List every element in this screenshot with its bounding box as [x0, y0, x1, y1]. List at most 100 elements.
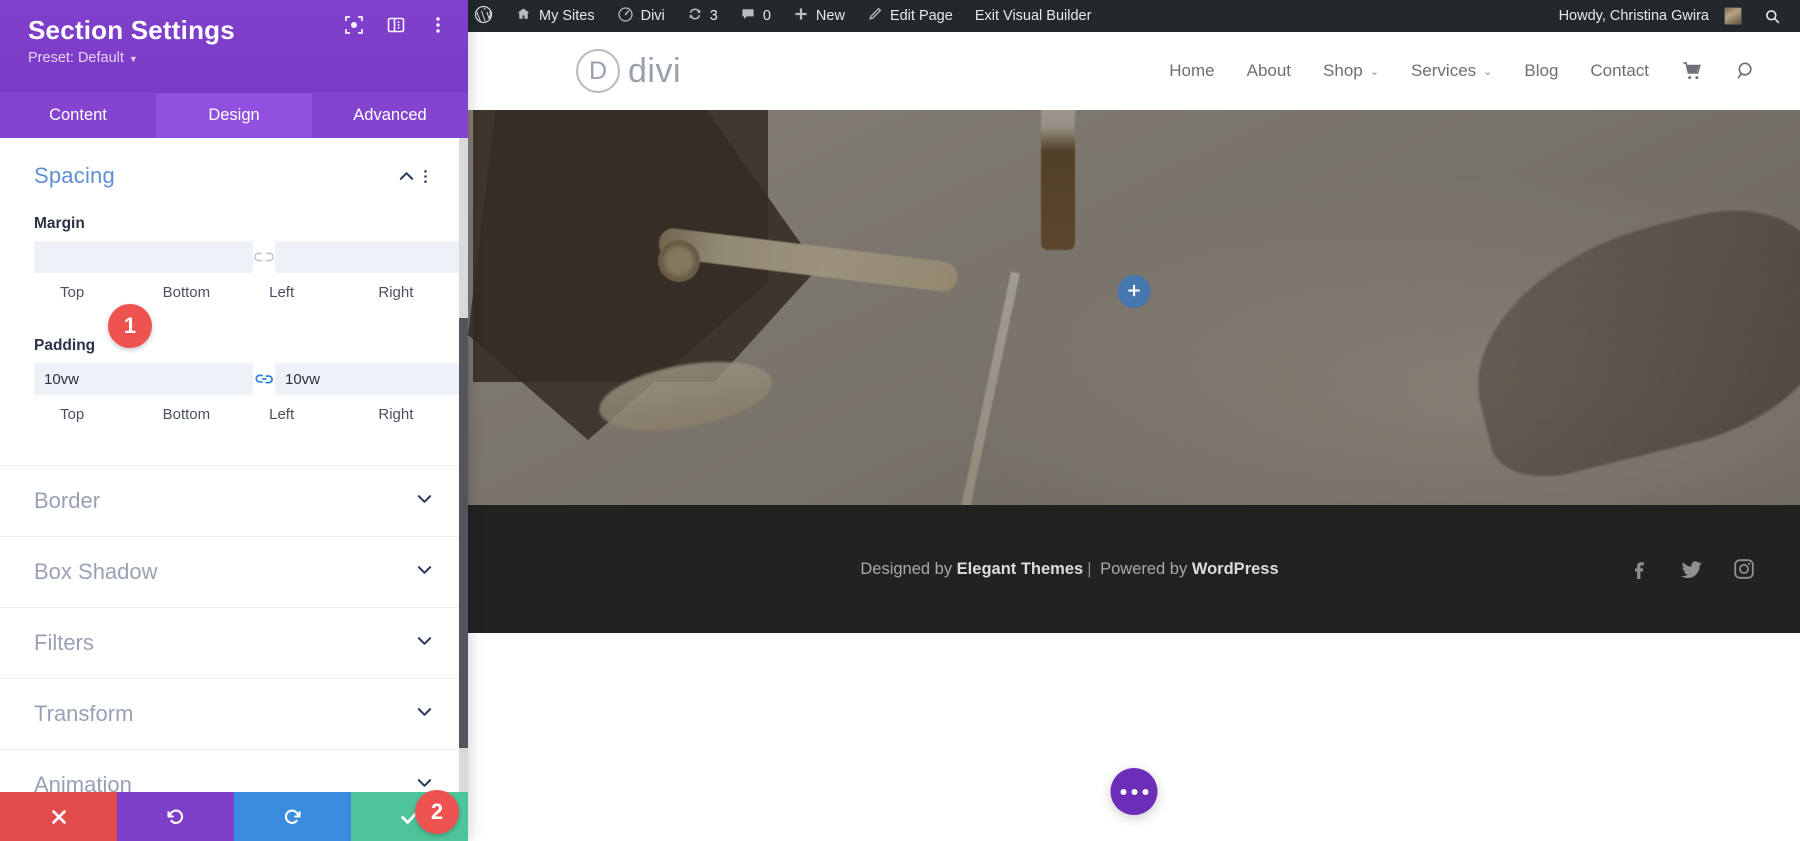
section-border-label: Border: [34, 488, 101, 513]
focus-target-icon[interactable]: [344, 15, 364, 35]
builder-menu-button[interactable]: [1110, 768, 1158, 815]
panel-body: Spacing Margin Top Bottom Left Right Pad…: [0, 138, 468, 792]
add-section-button[interactable]: [1117, 275, 1151, 308]
spacing-section-header[interactable]: Spacing: [34, 138, 434, 203]
twitter-icon[interactable]: [1679, 557, 1704, 582]
panel-action-bar: [0, 792, 468, 841]
label-right: Right: [378, 406, 414, 423]
undo-button[interactable]: [117, 792, 234, 841]
footer-credits: Designed by Elegant Themes | Powered by W…: [860, 560, 1278, 579]
footer-brand-wordpress[interactable]: WordPress: [1192, 560, 1279, 578]
tab-advanced[interactable]: Advanced: [312, 93, 468, 138]
section-animation[interactable]: Animation: [0, 749, 468, 792]
more-options-icon[interactable]: [428, 15, 448, 35]
adminbar-howdy[interactable]: Howdy, Christina Gwira: [1553, 0, 1753, 32]
adminbar-search-button[interactable]: [1753, 0, 1792, 32]
section-transform[interactable]: Transform: [0, 678, 468, 749]
label-left: Left: [269, 406, 295, 423]
adminbar-exit-visual-builder[interactable]: Exit Visual Builder: [964, 0, 1103, 32]
margin-top-input[interactable]: [34, 241, 253, 273]
updates-icon: [687, 6, 703, 26]
spacing-title: Spacing: [34, 163, 115, 188]
cart-icon[interactable]: [1681, 60, 1703, 82]
label-top: Top: [60, 284, 85, 301]
label-left: Left: [269, 284, 295, 301]
section-border[interactable]: Border: [0, 465, 468, 536]
adminbar-my-sites-label: My Sites: [539, 8, 595, 24]
footer-separator: |: [1087, 559, 1092, 578]
section-filters-label: Filters: [34, 630, 94, 655]
nav-item-shop[interactable]: Shop ⌄: [1323, 61, 1379, 81]
ellipsis-dot: [1142, 788, 1148, 795]
search-icon: [1764, 8, 1781, 25]
panel-scrollbar-track[interactable]: [459, 138, 468, 792]
label-bottom: Bottom: [162, 284, 211, 301]
tab-design[interactable]: Design: [156, 93, 312, 138]
adminbar-howdy-label: Howdy, Christina Gwira: [1558, 8, 1709, 24]
nav-item-contact[interactable]: Contact: [1590, 61, 1649, 81]
section-transform-label: Transform: [34, 701, 134, 726]
margin-link-top-bottom-icon[interactable]: [253, 250, 275, 264]
wordpress-logo-icon: [474, 5, 493, 28]
spacing-section: Spacing Margin Top Bottom Left Right Pad…: [0, 138, 468, 423]
adminbar-new[interactable]: New: [782, 0, 856, 32]
nav-label: Shop: [1323, 61, 1363, 80]
margin-bottom-input[interactable]: [275, 241, 468, 273]
panel-header-actions: [344, 15, 448, 35]
wp-admin-bar: My Sites Divi 3 0 New Edit Page Exit Vis…: [408, 0, 1800, 32]
logo-wordmark: divi: [628, 51, 682, 90]
adminbar-my-sites[interactable]: My Sites: [504, 0, 606, 32]
padding-column-labels: Top Bottom Left Right: [34, 401, 434, 423]
section-box-shadow[interactable]: Box Shadow: [0, 536, 468, 607]
chevron-down-icon: [415, 489, 434, 513]
tab-content[interactable]: Content: [0, 93, 156, 138]
adminbar-wordpress-logo[interactable]: [468, 0, 504, 32]
adminbar-account: Howdy, Christina Gwira: [1553, 0, 1800, 32]
site-logo[interactable]: D divi: [576, 49, 681, 93]
search-icon[interactable]: [1735, 60, 1758, 83]
padding-link-top-bottom-icon[interactable]: [253, 371, 275, 387]
chevron-down-icon: ▼: [128, 54, 138, 64]
instagram-icon[interactable]: [1732, 557, 1756, 581]
nav-item-blog[interactable]: Blog: [1524, 61, 1558, 81]
facebook-icon[interactable]: [1627, 557, 1651, 581]
nav-item-about[interactable]: About: [1247, 61, 1291, 81]
nav-label: Services: [1410, 61, 1477, 80]
cancel-button[interactable]: [0, 792, 117, 841]
adminbar-edit-page[interactable]: Edit Page: [856, 0, 964, 32]
nav-item-home[interactable]: Home: [1169, 61, 1214, 81]
chevron-down-icon: [415, 702, 434, 726]
hero-section: [468, 110, 1800, 505]
chevron-up-icon[interactable]: [396, 167, 416, 186]
padding-top-input[interactable]: [34, 363, 253, 395]
chevron-down-icon: [415, 631, 434, 655]
footer-brand-elegant-themes[interactable]: Elegant Themes: [957, 560, 1084, 578]
section-box-shadow-label: Box Shadow: [34, 559, 158, 584]
adminbar-divi[interactable]: Divi: [606, 0, 676, 32]
section-animation-label: Animation: [34, 772, 132, 792]
logo-mark: D: [576, 49, 620, 93]
adminbar-edit-page-label: Edit Page: [889, 8, 953, 24]
panel-scrollbar-thumb[interactable]: [459, 318, 468, 748]
footer-prefix: Designed by: [860, 559, 957, 578]
site-footer: Designed by Elegant Themes | Powered by W…: [468, 505, 1800, 633]
nav-item-services[interactable]: Services ⌄: [1411, 61, 1492, 81]
section-filters[interactable]: Filters: [0, 607, 468, 678]
plus-icon: [793, 6, 809, 26]
adminbar-new-label: New: [815, 8, 845, 24]
section-settings-panel: Section Settings Preset: Default ▼ Conte…: [0, 0, 468, 841]
footer-middle: Powered by: [1095, 559, 1192, 578]
margin-label: Margin: [34, 215, 85, 232]
adminbar-comments[interactable]: 0: [729, 0, 782, 32]
ellipsis-dot: [1120, 788, 1126, 795]
spacing-more-options-icon[interactable]: [416, 168, 434, 185]
padding-label: Padding: [34, 337, 96, 354]
adminbar-updates[interactable]: 3: [676, 0, 729, 32]
adminbar-divi-label: Divi: [640, 8, 665, 24]
padding-inputs-row: [34, 363, 468, 395]
preset-selector[interactable]: Preset: Default ▼: [28, 50, 446, 66]
padding-bottom-input[interactable]: [275, 363, 468, 395]
callout-badge-1: 1: [108, 304, 152, 348]
redo-button[interactable]: [234, 792, 351, 841]
panel-layout-icon[interactable]: [386, 15, 406, 35]
